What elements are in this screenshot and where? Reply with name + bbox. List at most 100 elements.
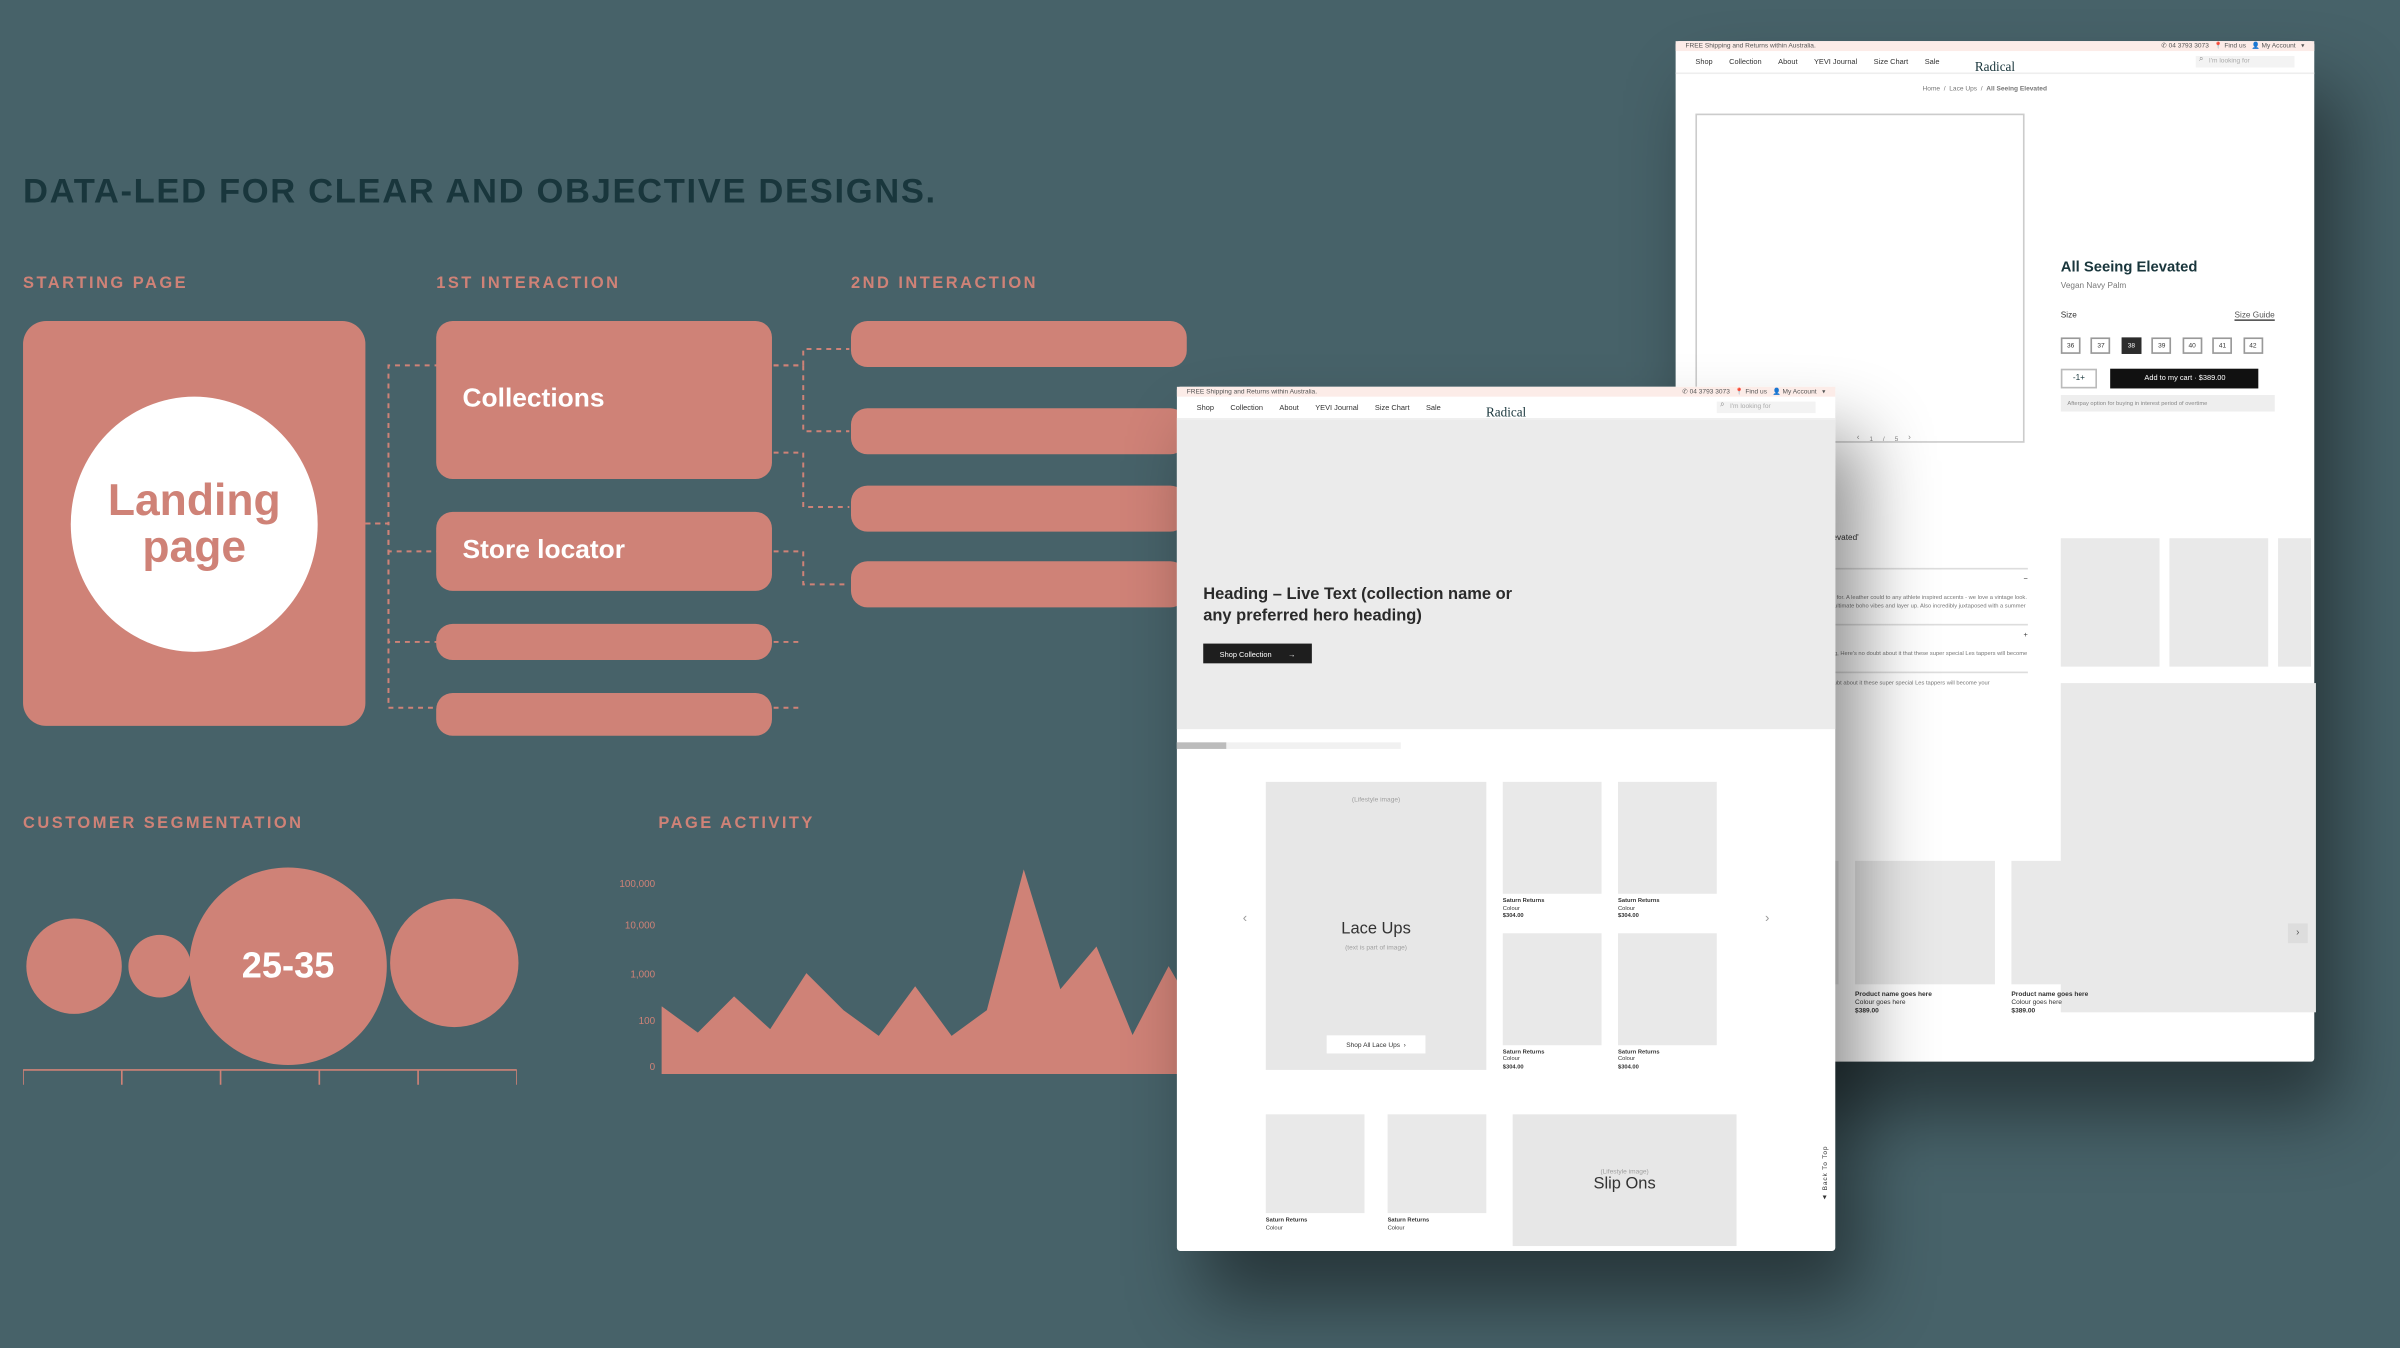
interaction-collections-label: Collections [463,385,605,415]
find-us-link[interactable]: Find us [2224,41,2246,49]
nav-sizechart[interactable]: Size Chart [1874,58,1909,66]
mini-meta-4: Colour [1618,1055,1635,1062]
nav-shop[interactable]: Shop [1695,58,1712,66]
quantity-stepper[interactable]: - 1 + [2061,369,2097,389]
back-to-top-button[interactable]: ▲ Back To Top [1820,1145,1828,1201]
ytick-10000: 10,000 [589,922,655,932]
nav-collection[interactable]: Collection [1729,58,1762,66]
brand-logo[interactable]: Radical [1975,59,2015,74]
mini-product-4[interactable]: Saturn ReturnsColour$304.00 [1618,933,1717,1071]
size-40[interactable]: 40 [2182,337,2202,353]
mini-product-1[interactable]: Saturn ReturnsColour$304.00 [1503,782,1602,920]
rec-img-2 [1855,861,1995,984]
search-input-2[interactable]: I'm looking for [1717,402,1816,414]
rec-price-2: $389.00 [1855,1006,1879,1014]
lifestyle-caption-2: (Lifestyle image) [1600,1167,1648,1175]
size-39[interactable]: 39 [2152,337,2172,353]
pager-current: 1 [1869,434,1873,442]
nav-about[interactable]: About [1778,58,1797,66]
nav2-journal[interactable]: YEVI Journal [1315,403,1358,411]
featured-category-card[interactable]: (Lifestyle image) Lace Ups (text is part… [1266,782,1487,1070]
featured-category-card-2[interactable]: (Lifestyle image) Slip Ons [1513,1114,1737,1246]
mini-product-6[interactable]: Saturn ReturnsColour [1388,1114,1487,1231]
mini-price-1: $304.00 [1503,912,1524,919]
interaction-item-4 [436,693,772,736]
size-41[interactable]: 41 [2213,337,2233,353]
my-account-link-2[interactable]: My Account [1783,387,1817,395]
nav2-sizechart[interactable]: Size Chart [1375,403,1410,411]
size-38[interactable]: 38 [2122,337,2142,353]
second-interaction-1 [851,321,1187,367]
related-thumb-1[interactable] [2061,538,2160,666]
scroll-indicator [1177,742,1401,749]
mini-img-2 [1503,933,1602,1045]
size-guide-link[interactable]: Size Guide [2234,311,2274,321]
afterpay-note: Afterpay option for buying in interest p… [2061,395,2275,411]
nav2-sale[interactable]: Sale [1426,403,1441,411]
breadcrumb: Home / Lace Ups / All Seeing Elevated [1676,74,2315,97]
arrow-left-icon[interactable]: ‹ [1857,433,1860,443]
rec-name-2: Product name goes here [1855,989,1932,997]
minus-icon: − [2024,574,2028,582]
second-interaction-3 [851,486,1187,532]
shop-laceups-button[interactable]: Shop All Lace Ups › [1326,1035,1425,1053]
segment-bubble-2 [128,935,191,998]
my-account-link[interactable]: My Account [2262,41,2296,49]
featured-category-sub: (text is part of image) [1345,943,1407,951]
segment-bubble-main: 25-35 [189,867,387,1065]
related-thumb-2[interactable] [2169,538,2268,666]
crumb-home[interactable]: Home [1923,84,1941,92]
mini-name-1: Saturn Returns [1503,897,1545,904]
related-thumb-3[interactable] [2278,538,2311,666]
arrow-right-icon[interactable]: › [1908,433,1911,443]
mini-name-2: Saturn Returns [1503,1048,1545,1055]
interaction-store-locator-label: Store locator [463,537,625,567]
qty-value: 1 [2076,374,2081,384]
landing-label: Landing page [71,477,318,570]
nav-journal[interactable]: YEVI Journal [1814,58,1857,66]
mini-product-5[interactable]: Saturn ReturnsColour [1266,1114,1365,1231]
pager-total: 5 [1895,434,1899,442]
interaction-collections: Collections [436,321,772,479]
mini-price-2: $304.00 [1503,1063,1524,1070]
mock-listing-page: FREE Shipping and Returns within Austral… [1177,387,1835,1251]
mini-img-3 [1618,782,1717,894]
crumb-cat[interactable]: Lace Ups [1949,84,1977,92]
size-36[interactable]: 36 [2061,337,2081,353]
phone-number-2: 04 3793 3073 [1690,387,1730,395]
size-selector: SizeSize Guide 36 37 38 39 40 41 42 - 1 … [2061,311,2275,411]
find-us-link-2[interactable]: Find us [1745,387,1767,395]
promo-right: ✆ 04 3793 3073 📍 Find us 👤 My Account ▾ [2161,43,2304,50]
nav2-shop[interactable]: Shop [1197,403,1214,411]
brand-logo-2[interactable]: Radical [1486,405,1526,420]
segment-bubble-1 [26,918,121,1013]
mini-price-3: $304.00 [1618,912,1639,919]
lifestyle-caption: (Lifestyle image) [1352,795,1400,803]
nav-sale[interactable]: Sale [1925,58,1940,66]
rec-card-3[interactable]: Product name goes hereColour goes here$3… [2011,861,2151,1015]
rec-card-2[interactable]: Product name goes hereColour goes here$3… [1855,861,1995,1015]
label-col-1st: 1ST INTERACTION [436,275,620,293]
carousel-next-icon[interactable]: › [2288,923,2308,943]
related-thumbs [2061,538,2311,666]
add-to-cart-button[interactable]: Add to my cart · $389.00 [2111,368,2259,388]
crumb-current: All Seeing Elevated [1986,84,2047,92]
rec-price-3: $389.00 [2011,1006,2035,1014]
nav2-about[interactable]: About [1279,403,1298,411]
ytick-1000: 1,000 [589,971,655,981]
product-title: All Seeing Elevated [2061,258,2275,274]
search-input[interactable]: I'm looking for [2196,56,2295,68]
mini-img-1 [1503,782,1602,894]
mini-product-3[interactable]: Saturn ReturnsColour$304.00 [1618,782,1717,920]
nav2-collection[interactable]: Collection [1230,403,1263,411]
promo-left-2: FREE Shipping and Returns within Austral… [1187,388,1317,395]
segment-main-label: 25-35 [242,945,335,988]
mini-meta-6: Colour [1388,1224,1405,1231]
mini-product-2[interactable]: Saturn ReturnsColour$304.00 [1503,933,1602,1071]
rec-name-3: Product name goes here [2011,989,2088,997]
shop-collection-button[interactable]: Shop Collection→ [1203,644,1312,664]
mini-img-5 [1266,1114,1365,1213]
size-42[interactable]: 42 [2243,337,2263,353]
phone-number: 04 3793 3073 [2169,41,2209,49]
size-37[interactable]: 37 [2091,337,2111,353]
